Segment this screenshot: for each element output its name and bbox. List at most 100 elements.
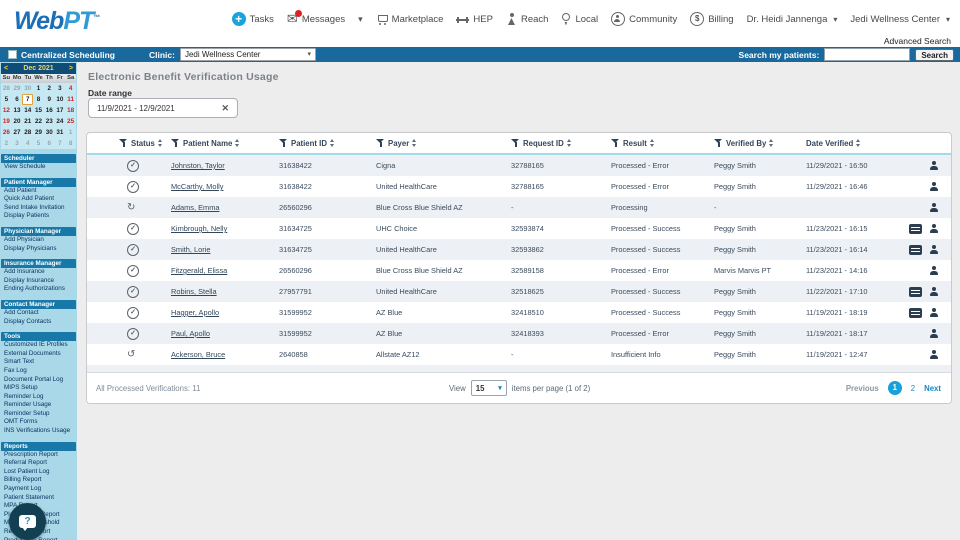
calendar-day[interactable]: 2	[1, 138, 12, 149]
sidebar-item-customized-ie-profiles[interactable]: Customized IE Profiles	[1, 341, 76, 350]
sidebar-item-display-contacts[interactable]: Display Contacts	[1, 318, 76, 327]
calendar-day[interactable]: 14	[22, 105, 33, 116]
nav-item-local[interactable]: Local	[561, 13, 598, 26]
calendar-day-selected[interactable]: 7	[22, 94, 33, 105]
advanced-search-link[interactable]: Advanced Search	[884, 36, 951, 46]
search-button[interactable]: Search	[915, 49, 954, 61]
sidebar-item-reminder-log[interactable]: Reminder Log	[1, 393, 76, 402]
date-range-input[interactable]: 11/9/2021 - 12/9/2021 ✕	[88, 98, 238, 118]
calendar-day[interactable]: 3	[12, 138, 23, 149]
filter-icon[interactable]	[279, 139, 288, 148]
calendar-day[interactable]: 31	[55, 127, 66, 138]
patient-name-link[interactable]: Hagger, Apollo	[171, 308, 219, 317]
id-card-icon[interactable]	[909, 245, 922, 255]
sidebar-item-lost-patient-log[interactable]: Lost Patient Log	[1, 468, 76, 477]
patient-name-link[interactable]: Robins, Stella	[171, 287, 217, 296]
sort-icon[interactable]	[769, 139, 773, 147]
calendar-day[interactable]: 11	[65, 94, 76, 105]
nav-item-billing[interactable]: $Billing	[690, 12, 733, 26]
calendar-day[interactable]: 15	[33, 105, 44, 116]
patient-name-link[interactable]: Paul, Apollo	[171, 329, 210, 338]
sort-icon[interactable]	[330, 139, 334, 147]
clear-date-icon[interactable]: ✕	[221, 103, 229, 114]
sort-icon[interactable]	[856, 139, 860, 147]
id-card-icon[interactable]	[909, 308, 922, 318]
patient-name-link[interactable]: Kimbrough, Nelly	[171, 224, 227, 233]
sidebar-item-productivity-report[interactable]: Productivity Report	[1, 537, 76, 540]
filter-icon[interactable]	[376, 139, 385, 148]
person-icon[interactable]	[929, 308, 939, 318]
sidebar-item-add-physician[interactable]: Add Physician	[1, 236, 76, 245]
person-icon[interactable]	[929, 224, 939, 234]
person-icon[interactable]	[929, 287, 939, 297]
sidebar-item-external-documents[interactable]: External Documents	[1, 350, 76, 359]
calendar-day[interactable]: 8	[65, 138, 76, 149]
column-header-request-id[interactable]: Request ID	[511, 139, 611, 148]
patient-name-link[interactable]: McCarthy, Molly	[171, 182, 223, 191]
sidebar-item-fax-log[interactable]: Fax Log	[1, 367, 76, 376]
calendar-day[interactable]: 6	[44, 138, 55, 149]
sidebar-item-omt-forms[interactable]: OMT Forms	[1, 418, 76, 427]
sort-icon[interactable]	[650, 139, 654, 147]
filter-icon[interactable]	[611, 139, 620, 148]
calendar-day[interactable]: 30	[44, 127, 55, 138]
calendar-day[interactable]: 9	[44, 94, 55, 105]
calendar-day[interactable]: 8	[33, 94, 44, 105]
calendar-day[interactable]: 28	[1, 83, 12, 94]
calendar-day[interactable]: 1	[33, 83, 44, 94]
calendar-day[interactable]: 6	[12, 94, 23, 105]
patient-name-link[interactable]: Johnston, Taylor	[171, 161, 225, 170]
nav-item-tasks[interactable]: +Tasks	[232, 12, 274, 26]
sort-icon[interactable]	[567, 139, 571, 147]
patient-name-link[interactable]: Fitzgerald, Elissa	[171, 266, 227, 275]
filter-icon[interactable]	[511, 139, 520, 148]
sidebar-item-quick-add-patient[interactable]: Quick Add Patient	[1, 195, 76, 204]
filter-icon[interactable]	[171, 139, 180, 148]
sidebar-item-add-insurance[interactable]: Add Insurance	[1, 268, 76, 277]
clinic-select[interactable]: Jedi Wellness Center ▾	[180, 48, 316, 61]
sidebar-item-ending-authorizations[interactable]: Ending Authorizations	[1, 285, 76, 294]
calendar-day[interactable]: 1	[65, 127, 76, 138]
page-size-select[interactable]: 15 ▾	[471, 380, 507, 396]
page-number-2[interactable]: 2	[911, 384, 915, 393]
calendar-day[interactable]: 30	[22, 83, 33, 94]
sidebar-item-reminder-usage[interactable]: Reminder Usage	[1, 401, 76, 410]
nav-item-community[interactable]: Community	[611, 12, 677, 26]
calendar-day[interactable]: 29	[33, 127, 44, 138]
previous-page-button[interactable]: Previous	[846, 384, 879, 393]
nav-item-reach[interactable]: Reach	[506, 13, 548, 25]
calendar-day[interactable]: 27	[12, 127, 23, 138]
patient-name-link[interactable]: Smith, Lorie	[171, 245, 210, 254]
column-header-date-verified[interactable]: Date Verified	[806, 139, 897, 148]
sidebar-item-document-portal-log[interactable]: Document Portal Log	[1, 376, 76, 385]
sidebar-item-display-patients[interactable]: Display Patients	[1, 212, 76, 221]
calendar-day[interactable]: 17	[55, 105, 66, 116]
sidebar-item-billing-report[interactable]: Billing Report	[1, 476, 76, 485]
sort-icon[interactable]	[412, 139, 416, 147]
sidebar-item-ins-verifications-usage[interactable]: INS Verifications Usage	[1, 427, 76, 436]
clinic-menu[interactable]: Jedi Wellness Center▾	[850, 14, 950, 25]
id-card-icon[interactable]	[909, 224, 922, 234]
calendar-prev-button[interactable]: <	[4, 65, 8, 72]
calendar-day[interactable]: 5	[1, 94, 12, 105]
sidebar-item-add-patient[interactable]: Add Patient	[1, 187, 76, 196]
calendar-day[interactable]: 28	[22, 127, 33, 138]
calendar-day[interactable]: 19	[1, 116, 12, 127]
person-icon[interactable]	[929, 266, 939, 276]
help-button[interactable]: ?	[9, 503, 46, 540]
calendar-day[interactable]: 22	[33, 116, 44, 127]
sort-icon[interactable]	[235, 139, 239, 147]
sidebar-item-smart-text[interactable]: Smart Text	[1, 358, 76, 367]
calendar-day[interactable]: 2	[44, 83, 55, 94]
id-card-icon[interactable]	[909, 287, 922, 297]
nav-item-marketplace[interactable]: Marketplace	[376, 13, 444, 25]
user-menu[interactable]: Dr. Heidi Jannenga▾	[747, 14, 838, 25]
sidebar-item-add-contact[interactable]: Add Contact	[1, 309, 76, 318]
calendar-day[interactable]: 7	[55, 138, 66, 149]
sort-icon[interactable]	[158, 139, 162, 147]
filter-icon[interactable]	[119, 139, 128, 148]
column-header-payer[interactable]: Payer	[376, 139, 511, 148]
patient-name-link[interactable]: Ackerson, Bruce	[171, 350, 225, 359]
person-icon[interactable]	[929, 245, 939, 255]
person-icon[interactable]	[929, 329, 939, 339]
